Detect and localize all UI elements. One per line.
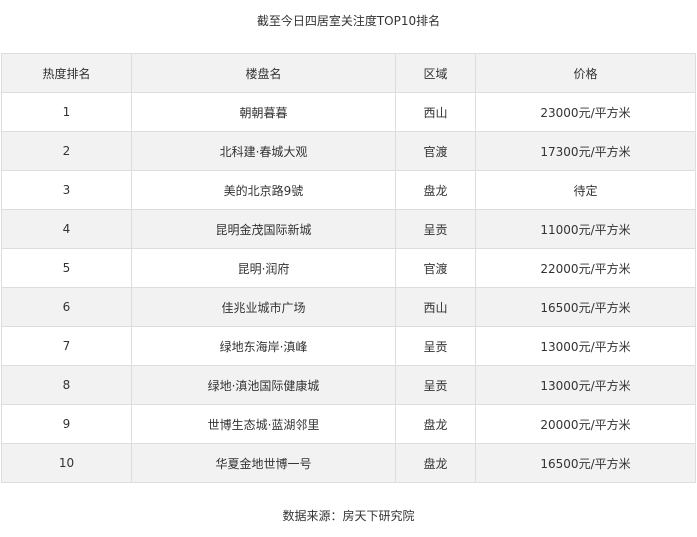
rank-cell: 6 [1,287,132,327]
data-source-note: 数据来源：房天下研究院 [282,509,415,523]
rank-cell: 9 [1,404,132,444]
rank-cell: 10 [1,443,132,483]
district-cell: 呈贡 [395,365,476,405]
price-cell: 22000元/平方米 [475,248,696,288]
table-row: 9 世博生态城·蓝湖邻里 盘龙 20000元/平方米 [1,404,696,444]
price-cell: 23000元/平方米 [475,92,696,132]
header-price: 价格 [475,53,696,93]
table-row: 10 华夏金地世博一号 盘龙 16500元/平方米 [1,443,696,483]
table-row: 3 美的北京路9號 盘龙 待定 [1,170,696,210]
district-cell: 呈贡 [395,209,476,249]
rank-cell: 2 [1,131,132,171]
project-name-cell: 朝朝暮暮 [131,92,396,132]
project-name-cell: 北科建·春城大观 [131,131,396,171]
price-cell: 16500元/平方米 [475,443,696,483]
district-cell: 盘龙 [395,170,476,210]
rank-cell: 1 [1,92,132,132]
project-name-cell: 世博生态城·蓝湖邻里 [131,404,396,444]
rank-cell: 5 [1,248,132,288]
rank-cell: 7 [1,326,132,366]
table-row: 6 佳兆业城市广场 西山 16500元/平方米 [1,287,696,327]
district-cell: 盘龙 [395,404,476,444]
table-header-row: 热度排名 楼盘名 区域 价格 [1,53,696,93]
district-cell: 西山 [395,92,476,132]
district-cell: 官渡 [395,248,476,288]
district-cell: 盘龙 [395,443,476,483]
district-cell: 呈贡 [395,326,476,366]
project-name-cell: 绿地东海岸·滇峰 [131,326,396,366]
price-cell: 13000元/平方米 [475,326,696,366]
header-project-name: 楼盘名 [131,53,396,93]
price-cell: 13000元/平方米 [475,365,696,405]
project-name-cell: 佳兆业城市广场 [131,287,396,327]
district-cell: 西山 [395,287,476,327]
header-rank: 热度排名 [1,53,132,93]
project-name-cell: 昆明金茂国际新城 [131,209,396,249]
project-name-cell: 华夏金地世博一号 [131,443,396,483]
table-row: 4 昆明金茂国际新城 呈贡 11000元/平方米 [1,209,696,249]
table-row: 7 绿地东海岸·滇峰 呈贡 13000元/平方米 [1,326,696,366]
price-cell: 11000元/平方米 [475,209,696,249]
price-cell: 16500元/平方米 [475,287,696,327]
table-row: 1 朝朝暮暮 西山 23000元/平方米 [1,92,696,132]
project-name-cell: 绿地·滇池国际健康城 [131,365,396,405]
table-row: 2 北科建·春城大观 官渡 17300元/平方米 [1,131,696,171]
price-cell: 待定 [475,170,696,210]
header-district: 区域 [395,53,476,93]
rank-cell: 3 [1,170,132,210]
district-cell: 官渡 [395,131,476,171]
ranking-table: 热度排名 楼盘名 区域 价格 1 朝朝暮暮 西山 23000元/平方米 2 北科… [1,53,696,483]
rank-cell: 4 [1,209,132,249]
table-row: 5 昆明·润府 官渡 22000元/平方米 [1,248,696,288]
rank-cell: 8 [1,365,132,405]
price-cell: 17300元/平方米 [475,131,696,171]
table-row: 8 绿地·滇池国际健康城 呈贡 13000元/平方米 [1,365,696,405]
page-title: 截至今日四居室关注度TOP10排名 [256,14,441,28]
project-name-cell: 美的北京路9號 [131,170,396,210]
project-name-cell: 昆明·润府 [131,248,396,288]
price-cell: 20000元/平方米 [475,404,696,444]
